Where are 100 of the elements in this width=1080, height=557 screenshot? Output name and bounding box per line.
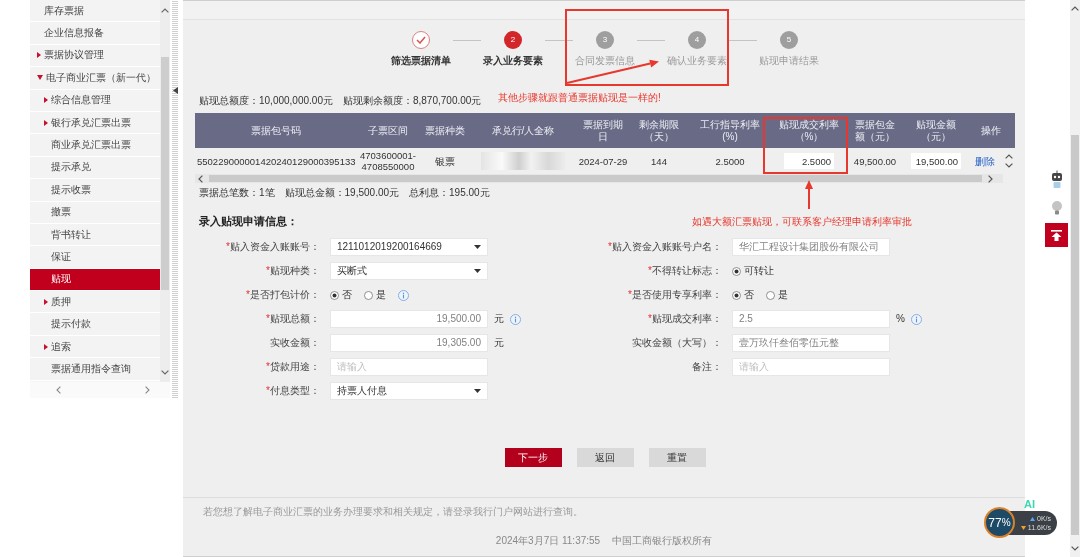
radio-icon[interactable] [364, 290, 373, 300]
column-header: 剩余期限（天） [638, 117, 680, 144]
caret-down-icon [474, 389, 481, 393]
radio-option[interactable]: 是 [766, 289, 788, 301]
column-header: 票据到期日 [582, 117, 624, 144]
step-marker: 3 [596, 31, 614, 49]
select-field[interactable]: 1211012019200164669 [330, 238, 488, 256]
summary-text: 贴现总金额：19,500.00元 [284, 187, 400, 199]
secondary-button[interactable]: 返回 [576, 448, 634, 467]
table-cell-text: 550229000001420240129000395133 [196, 154, 357, 169]
column-header: 承兑行/人全称 [490, 123, 556, 138]
table-cell-text: 49,500.00 [852, 154, 898, 169]
copyright-text: 中国工商银行版权所有 [612, 535, 713, 547]
robot-icon[interactable] [1049, 170, 1064, 188]
quota-text: 贴现剩余额度：8,870,700.00元 [342, 95, 482, 107]
info-icon[interactable] [398, 289, 409, 301]
radio-icon[interactable] [732, 290, 741, 300]
chevron-right-icon[interactable] [988, 174, 993, 183]
radio-icon[interactable] [766, 290, 775, 300]
horizontal-scrollbar[interactable] [30, 382, 170, 398]
chevron-down-icon[interactable] [1071, 546, 1079, 551]
radio-icon[interactable] [732, 266, 741, 276]
column-header: 票据包号码 [250, 123, 302, 138]
radio-option[interactable]: 是 [364, 289, 386, 301]
quota-text: 贴现总额度：10,000,000.00元 [199, 95, 333, 107]
column-header: 贴现金额（元） [915, 117, 957, 144]
info-icon[interactable] [510, 313, 521, 325]
caret-down-icon [474, 245, 481, 249]
column-header: 票据包金额（元） [854, 117, 896, 144]
footer-notice: 若您想了解电子商业汇票的业务办理要求和相关规定，请登录我行门户网站进行查询。 [202, 505, 584, 518]
field-label: 实收金额（大写）： [631, 336, 723, 350]
check-icon [416, 36, 426, 44]
field-label: *贴入资金入账账号： [225, 240, 321, 254]
chevron-down-icon[interactable] [1005, 163, 1013, 168]
down-arrow-icon [1020, 525, 1026, 530]
scrollbar-thumb[interactable] [1071, 135, 1079, 535]
chevron-right-icon[interactable] [145, 386, 150, 394]
step-label: 录入业务要素 [483, 55, 543, 67]
chevron-up-icon[interactable] [1005, 154, 1013, 159]
field-label: *贴现总额： [265, 312, 321, 326]
arrow-up-icon [1051, 229, 1062, 241]
lightbulb-icon[interactable] [1050, 200, 1063, 215]
input-field[interactable]: 壹万玖仟叁佰零伍元整 [732, 334, 890, 352]
horizontal-scrollbar[interactable] [195, 174, 1003, 183]
field-label: 实收金额： [269, 336, 321, 350]
scrollbar-thumb[interactable] [161, 57, 169, 290]
step-marker: 5 [780, 31, 798, 49]
vertical-scrollbar[interactable] [160, 0, 170, 382]
table-cell-text: 银票 [434, 154, 456, 169]
unit-label: % [896, 313, 905, 325]
field-label: *贴现种类： [265, 264, 321, 278]
radio-option[interactable]: 否 [732, 289, 754, 301]
annotation-note: 如遇大额汇票贴现，可联系客户经理申请利率审批 [692, 216, 912, 228]
input-field[interactable]: 19,500.00 [330, 310, 488, 328]
field-label: *不得转让标志： [647, 264, 723, 278]
column-header: 工行指导利率(%) [699, 117, 761, 144]
select-field[interactable]: 买断式 [330, 262, 488, 280]
vertical-scrollbar[interactable] [1070, 0, 1080, 557]
chevron-up-icon[interactable] [1071, 6, 1079, 11]
table-input-field[interactable]: 2.5000 [784, 153, 834, 169]
annotation-note: 其他步骤就跟普通票据贴现是一样的! [498, 92, 661, 104]
table-cell-text: 2024-07-29 [577, 154, 629, 169]
chevron-up-icon[interactable] [161, 8, 169, 13]
step-label: 合同发票信息 [575, 55, 635, 67]
primary-button[interactable]: 下一步 [504, 448, 562, 467]
radio-option[interactable]: 否 [330, 289, 352, 301]
chevron-left-icon[interactable] [198, 174, 203, 183]
table-input-field[interactable]: 19,500.00 [911, 153, 961, 169]
table-cell-text: 2.5000 [714, 154, 746, 169]
secondary-button[interactable]: 重置 [648, 448, 706, 467]
input-field[interactable]: 华汇工程设计集团股份有限公司 [732, 238, 890, 256]
column-header: 贴现成交利率（%） [778, 117, 840, 144]
field-label: *是否打包计价： [245, 288, 321, 302]
chevron-left-icon[interactable] [56, 386, 61, 394]
step-marker: 2 [504, 31, 522, 49]
info-icon[interactable] [910, 313, 922, 325]
chevron-down-icon[interactable] [161, 370, 169, 375]
back-to-top-button[interactable] [1045, 223, 1068, 247]
column-header: 票据种类 [424, 123, 466, 138]
section-title: 录入贴现申请信息： [199, 214, 298, 228]
sidebar-item[interactable]: 贴现 [30, 268, 160, 292]
caret-left-icon[interactable] [172, 87, 178, 94]
unit-label: 元 [494, 313, 504, 325]
summary-text: 总利息：195.00元 [409, 187, 490, 199]
action-link[interactable]: 删除 [975, 155, 995, 167]
column-header: 操作 [980, 123, 1002, 138]
step-marker: 4 [688, 31, 706, 49]
radio-option[interactable]: 可转让 [732, 265, 774, 277]
table-cell-text: 4703600001-4708550000 [359, 149, 417, 174]
column-header: 子票区间 [367, 123, 409, 138]
select-field[interactable]: 持票人付息 [330, 382, 488, 400]
radio-icon[interactable] [330, 290, 339, 300]
input-field[interactable]: 19,305.00 [330, 334, 488, 352]
ai-label: AI [1024, 498, 1035, 510]
input-field[interactable]: 2.5 [732, 310, 890, 328]
field-label: *是否使用专享利率： [627, 288, 723, 302]
collapse-handle[interactable] [172, 0, 178, 398]
field-label: *付息类型： [265, 384, 321, 398]
scrollbar-thumb[interactable] [209, 175, 982, 182]
annotation-arrow [805, 180, 813, 210]
